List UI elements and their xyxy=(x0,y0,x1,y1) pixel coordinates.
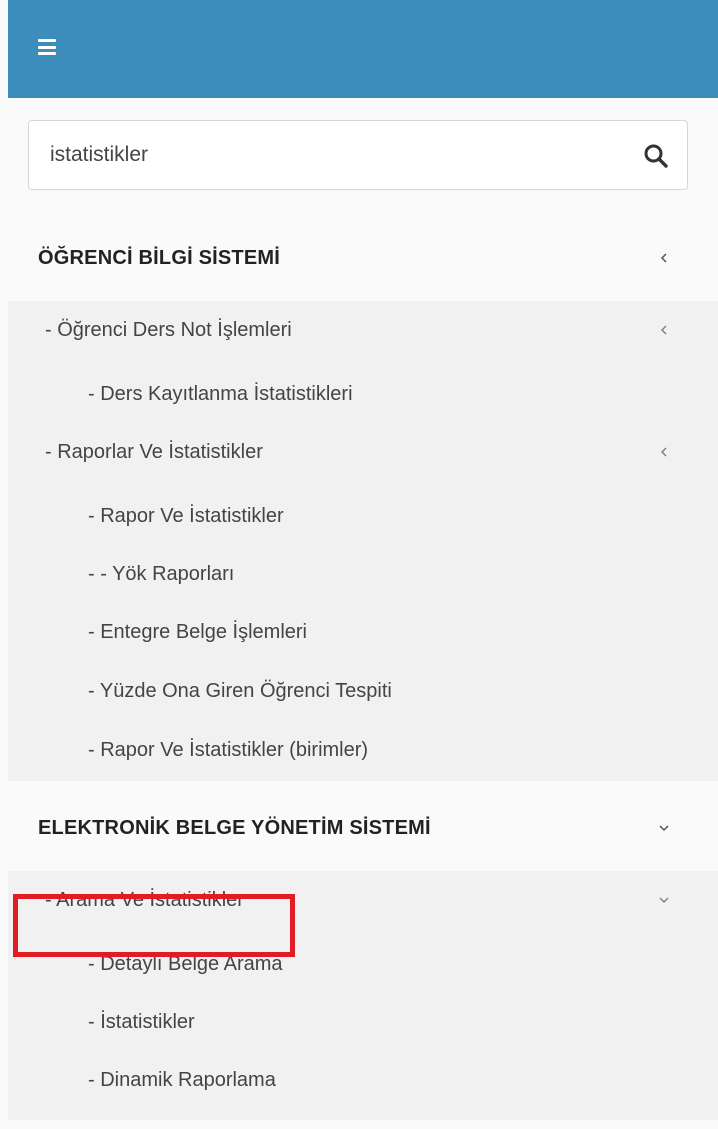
chevron-down-icon xyxy=(659,897,669,903)
menu-item-label: - Ders Kayıtlanma İstatistikleri xyxy=(88,383,353,405)
menu-item-label: - Entegre Belge İşlemleri xyxy=(88,621,307,643)
menu-item-label: - Raporlar Ve İstatistikler xyxy=(45,441,263,463)
search-input[interactable] xyxy=(29,121,609,189)
menu-item-arama-ve-istatistikler[interactable]: - Arama Ve İstatistikler xyxy=(8,871,718,929)
menu-item-label: - Rapor Ve İstatistikler (birimler) xyxy=(88,739,369,761)
menu-item-rapor-ve-istatistikler[interactable]: - Rapor Ve İstatistikler xyxy=(8,487,718,545)
menu-item-istatistikler[interactable]: - İstatistikler xyxy=(8,993,718,1051)
menu-item-label: - Dinamik Raporlama xyxy=(88,1069,276,1091)
menu-item-label: - Öğrenci Ders Not İşlemleri xyxy=(45,319,292,341)
menu-item-label: - Yüzde Ona Giren Öğrenci Tespiti xyxy=(88,680,392,702)
top-navbar xyxy=(8,0,718,98)
menu-item-label: - Arama Ve İstatistikler xyxy=(45,889,244,911)
section-title: ELEKTRONİK BELGE YÖNETİM SİSTEMİ xyxy=(38,817,431,839)
menu-item-yok-raporlari[interactable]: - - Yök Raporları xyxy=(8,545,718,603)
menu-item-label: - - Yök Raporları xyxy=(88,563,235,585)
section-title: ÖĞRENCİ BİLGİ SİSTEMİ xyxy=(38,247,280,269)
submenu-ogrenci-bilgi-sistemi: - Öğrenci Ders Not İşlemleri - Ders Kayı… xyxy=(8,301,718,781)
menu-item-ogrenci-ders-not-islemleri[interactable]: - Öğrenci Ders Not İşlemleri xyxy=(8,301,718,359)
chevron-left-icon xyxy=(661,325,667,335)
menu-item-yuzde-ona-giren-ogrenci-tespiti[interactable]: - Yüzde Ona Giren Öğrenci Tespiti xyxy=(8,662,718,720)
search-icon[interactable] xyxy=(643,143,669,169)
menu-item-rapor-ve-istatistikler-birimler[interactable]: - Rapor Ve İstatistikler (birimler) xyxy=(8,721,718,779)
menu-item-detayli-belge-arama[interactable]: - Detaylı Belge Arama xyxy=(8,935,718,993)
section-elektronik-belge-yonetim-sistemi[interactable]: ELEKTRONİK BELGE YÖNETİM SİSTEMİ xyxy=(8,795,718,861)
menu-item-raporlar-ve-istatistikler[interactable]: - Raporlar Ve İstatistikler xyxy=(8,423,718,481)
menu-item-label: - İstatistikler xyxy=(88,1011,195,1033)
chevron-down-icon xyxy=(659,825,669,832)
submenu-elektronik-belge-yonetim-sistemi: - Arama Ve İstatistikler - Detaylı Belge… xyxy=(8,871,718,1120)
sidebar-search xyxy=(28,120,688,190)
chevron-left-icon xyxy=(661,447,667,457)
menu-item-ders-kayitlanma-istatistikleri[interactable]: - Ders Kayıtlanma İstatistikleri xyxy=(8,365,718,423)
menu-item-label: - Detaylı Belge Arama xyxy=(88,953,283,975)
sidebar: ÖĞRENCİ BİLGİ SİSTEMİ - Öğrenci Ders Not… xyxy=(8,98,718,1129)
menu-item-label: - Rapor Ve İstatistikler xyxy=(88,505,284,527)
chevron-left-icon xyxy=(660,253,667,263)
hamburger-menu-icon[interactable] xyxy=(38,39,56,55)
section-ogrenci-bilgi-sistemi[interactable]: ÖĞRENCİ BİLGİ SİSTEMİ xyxy=(8,225,718,291)
menu-item-entegre-belge-islemleri[interactable]: - Entegre Belge İşlemleri xyxy=(8,603,718,661)
menu-item-dinamik-raporlama[interactable]: - Dinamik Raporlama xyxy=(8,1051,718,1109)
